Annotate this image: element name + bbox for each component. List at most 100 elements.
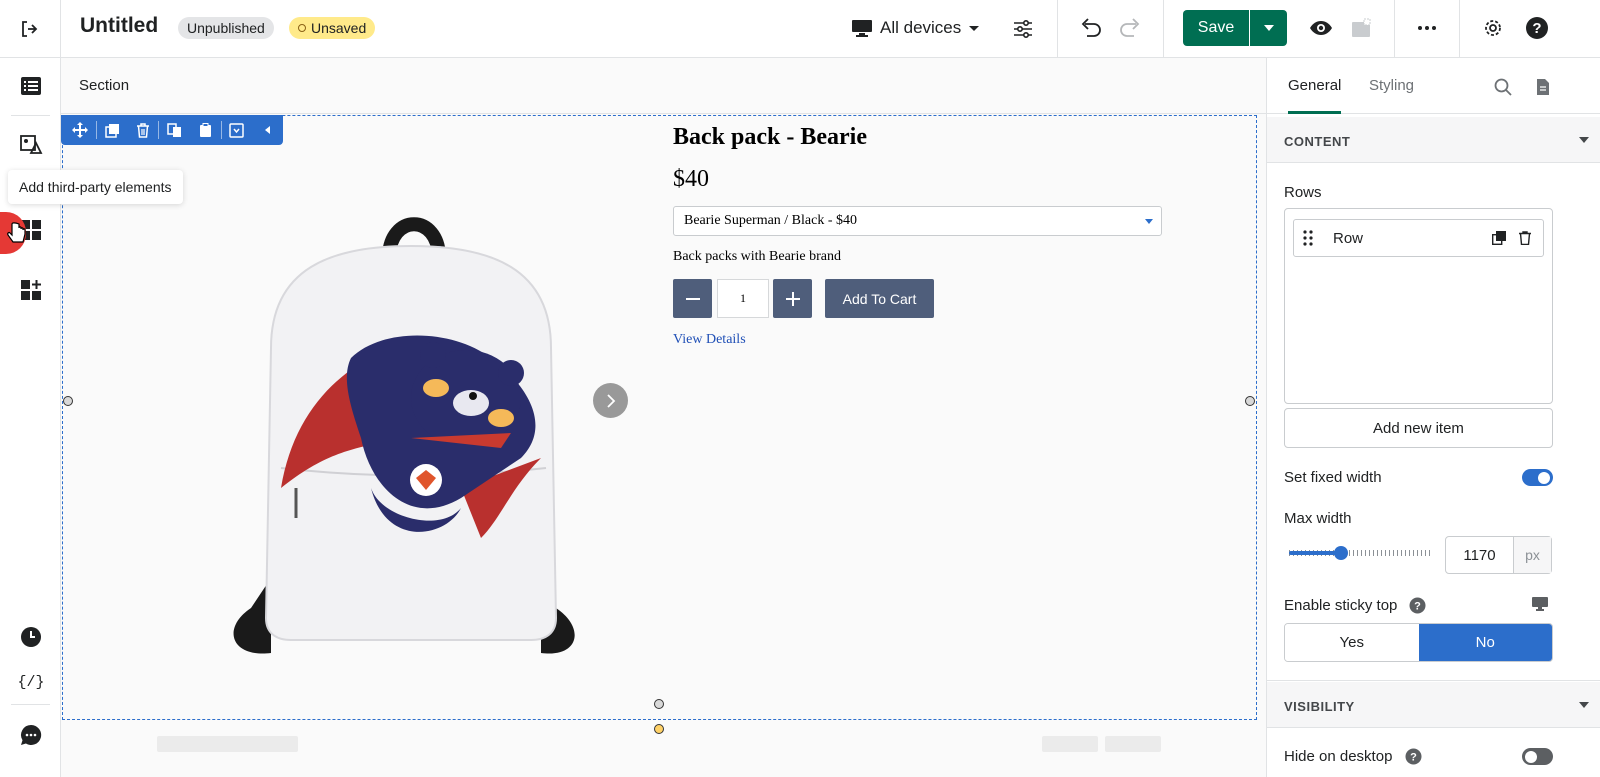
chevron-down-icon: [1579, 702, 1589, 708]
help-icon[interactable]: ?: [1409, 597, 1426, 614]
tooltip: Add third-party elements: [8, 170, 183, 204]
help-icon[interactable]: ?: [1522, 13, 1552, 43]
chevron-down-icon: [1579, 137, 1589, 143]
desktop-icon[interactable]: [1532, 597, 1548, 611]
clock-icon: [20, 627, 41, 647]
chevron-right-icon: [606, 393, 615, 408]
chevron-down-icon: [1263, 25, 1274, 31]
help-icon[interactable]: ?: [1405, 748, 1422, 765]
fixed-width-label: Set fixed width: [1284, 469, 1382, 486]
next-section-placeholder: [1105, 736, 1161, 752]
delete-icon[interactable]: [1519, 231, 1531, 245]
sidebar-item-history[interactable]: [0, 617, 61, 657]
plus-icon: [785, 291, 800, 306]
fixed-width-toggle[interactable]: [1522, 469, 1553, 486]
quantity-input[interactable]: 1: [717, 279, 769, 318]
sticky-no-option[interactable]: No: [1418, 624, 1552, 661]
inspector-tabs: General Styling: [1267, 58, 1600, 114]
duplicate-icon[interactable]: [1492, 231, 1506, 245]
sticky-yes-option[interactable]: Yes: [1285, 624, 1419, 661]
preview-eye-icon[interactable]: [1306, 14, 1336, 42]
document-icon[interactable]: [1531, 75, 1555, 99]
product-price[interactable]: $40: [673, 166, 709, 193]
hand-cursor-icon: [7, 222, 26, 243]
max-width-label: Max width: [1284, 510, 1352, 527]
redo-icon[interactable]: [1115, 13, 1145, 43]
svg-text:?: ?: [1532, 20, 1541, 37]
next-section-placeholder: [1042, 736, 1098, 752]
hide-desktop-label: Hide on desktop: [1284, 748, 1393, 765]
rows-list: Row: [1284, 208, 1553, 404]
image-preview-icon[interactable]: [1346, 14, 1376, 42]
duplicate-icon[interactable]: [97, 115, 128, 145]
variant-select[interactable]: Bearie Superman / Black - $40: [673, 206, 1162, 236]
resize-handle-right[interactable]: [1245, 396, 1255, 406]
save-button[interactable]: Save: [1183, 10, 1249, 46]
gear-icon[interactable]: [1478, 13, 1508, 43]
undo-icon[interactable]: [1076, 13, 1106, 43]
more-options-icon[interactable]: [1412, 14, 1442, 42]
resize-handle-left[interactable]: [63, 396, 73, 406]
sidebar-item-outline[interactable]: [0, 66, 61, 106]
padding-handle[interactable]: [654, 724, 664, 734]
exit-icon[interactable]: [14, 15, 44, 43]
publish-status-badge: Unpublished: [178, 17, 274, 39]
sticky-top-segmented: Yes No: [1284, 623, 1553, 662]
svg-text:{/}: {/}: [19, 674, 43, 691]
tab-general[interactable]: General: [1288, 77, 1342, 114]
svg-text:?: ?: [1414, 601, 1421, 613]
next-section-placeholder: [157, 736, 298, 752]
add-new-item-button[interactable]: Add new item: [1284, 408, 1553, 448]
quantity-increase-button[interactable]: [773, 279, 812, 318]
media-icon: [19, 135, 42, 154]
save-options-button[interactable]: [1249, 10, 1287, 46]
sticky-top-label: Enable sticky top: [1284, 597, 1398, 614]
add-elements-icon: [20, 280, 41, 300]
left-sidebar: {/}: [0, 58, 61, 777]
device-selector[interactable]: All devices: [851, 14, 980, 42]
code-icon: {/}: [19, 674, 43, 691]
chevron-down-icon: [969, 26, 980, 31]
content-section-header[interactable]: CONTENT: [1267, 117, 1600, 163]
quantity-decrease-button[interactable]: [673, 279, 712, 318]
list-item[interactable]: Row: [1293, 219, 1544, 257]
breadcrumb-section[interactable]: Section: [79, 77, 129, 94]
resize-handle-bottom[interactable]: [654, 699, 664, 709]
save-group: Save: [1183, 10, 1287, 46]
add-to-cart-button[interactable]: Add To Cart: [825, 279, 934, 318]
product-description[interactable]: Back packs with Bearie brand: [673, 249, 841, 265]
save-snippet-icon[interactable]: [222, 115, 253, 145]
copy-style-icon[interactable]: [159, 115, 190, 145]
max-width-field[interactable]: 1170 px: [1445, 536, 1552, 574]
slider-thumb[interactable]: [1334, 546, 1348, 560]
view-details-link[interactable]: View Details: [673, 332, 746, 348]
inspector-panel: General Styling CONTENT Rows Row Add new…: [1266, 58, 1600, 777]
tab-styling[interactable]: Styling: [1369, 77, 1414, 94]
sidebar-item-chat[interactable]: [0, 715, 61, 755]
visibility-section-header[interactable]: VISIBILITY: [1267, 682, 1600, 728]
chat-icon: [20, 724, 41, 745]
save-status-badge: Unsaved: [289, 17, 376, 39]
sidebar-item-code[interactable]: {/}: [0, 661, 61, 701]
content-section-title: CONTENT: [1284, 134, 1351, 149]
sidebar-item-media[interactable]: [0, 124, 61, 164]
search-icon[interactable]: [1491, 75, 1515, 99]
page-title[interactable]: Untitled: [80, 14, 158, 38]
visibility-section-title: VISIBILITY: [1284, 699, 1355, 714]
hide-desktop-toggle[interactable]: [1522, 748, 1553, 765]
product-image[interactable]: [211, 188, 611, 658]
settings-sliders-icon[interactable]: [1008, 14, 1038, 44]
image-next-arrow[interactable]: [593, 383, 628, 418]
drag-handle-icon[interactable]: [1303, 230, 1313, 246]
clipboard-icon[interactable]: [190, 115, 221, 145]
product-title[interactable]: Back pack - Bearie: [673, 124, 867, 151]
move-icon[interactable]: [65, 115, 96, 145]
list-icon: [20, 77, 41, 95]
delete-icon[interactable]: [127, 115, 158, 145]
sidebar-item-add-elements[interactable]: [0, 270, 61, 310]
collapse-toolbar-icon[interactable]: [252, 115, 283, 145]
top-bar: Untitled Unpublished Unsaved All devices…: [0, 0, 1600, 58]
max-width-value[interactable]: 1170: [1446, 537, 1513, 573]
rows-label: Rows: [1284, 184, 1322, 201]
max-width-unit: px: [1513, 537, 1551, 573]
